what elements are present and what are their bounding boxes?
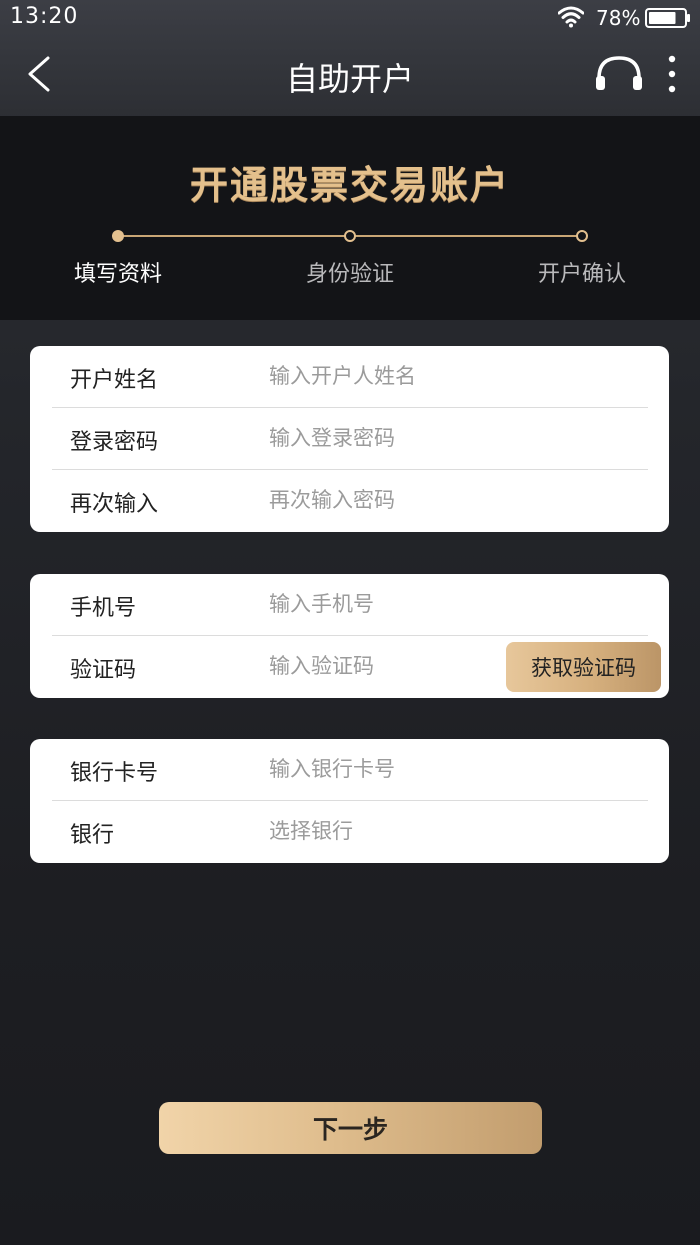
name-input[interactable] [269, 358, 529, 394]
password-confirm-label: 再次输入 [70, 492, 159, 517]
more-vertical-icon[interactable] [664, 54, 680, 96]
headset-icon[interactable] [593, 54, 645, 94]
step-label-fill-info: 填写资料 [73, 262, 162, 287]
password-confirm-input[interactable] [269, 482, 529, 518]
step-label-confirm: 开户确认 [537, 262, 626, 287]
account-info-card: 开户姓名 登录密码 再次输入 [30, 346, 669, 532]
progress-steps: 填写资料 身份验证 开户确认 [0, 226, 700, 287]
status-bar: 13:20 78% [0, 0, 700, 36]
battery-percent: 78% [596, 6, 641, 30]
bank-card: 银行卡号 银行 [30, 739, 669, 863]
password-input[interactable] [269, 420, 529, 456]
step-dot-pending [344, 230, 356, 242]
header-banner: 开通股票交易账户 填写资料 身份验证 开户确认 [0, 116, 700, 320]
wifi-icon [558, 6, 584, 28]
password-label: 登录密码 [70, 430, 159, 455]
password-row: 登录密码 [30, 408, 669, 470]
phone-card: 手机号 验证码 获取验证码 [30, 574, 669, 698]
step-dot-active [112, 230, 124, 242]
code-row: 验证码 获取验证码 [30, 636, 669, 698]
get-code-button[interactable]: 获取验证码 [506, 642, 661, 692]
code-label: 验证码 [70, 658, 137, 683]
banner-title: 开通股票交易账户 [189, 163, 510, 207]
bank-card-label: 银行卡号 [70, 761, 159, 786]
step-label-identity: 身份验证 [305, 262, 394, 287]
phone-input[interactable] [269, 586, 529, 622]
password-confirm-row: 再次输入 [30, 470, 669, 532]
next-step-button[interactable]: 下一步 [159, 1102, 542, 1154]
bank-card-input[interactable] [269, 751, 529, 787]
name-row: 开户姓名 [30, 346, 669, 408]
bank-select[interactable] [269, 813, 529, 849]
nav-bar: 自助开户 [0, 36, 700, 116]
bank-row: 银行 [30, 801, 669, 863]
phone-row: 手机号 [30, 574, 669, 636]
bank-card-row: 银行卡号 [30, 739, 669, 801]
step-dot-pending [576, 230, 588, 242]
phone-label: 手机号 [70, 596, 137, 621]
battery-icon [645, 8, 690, 28]
status-time: 13:20 [10, 4, 79, 29]
code-input[interactable] [269, 648, 469, 684]
bank-label: 银行 [70, 823, 115, 848]
name-label: 开户姓名 [70, 368, 159, 393]
